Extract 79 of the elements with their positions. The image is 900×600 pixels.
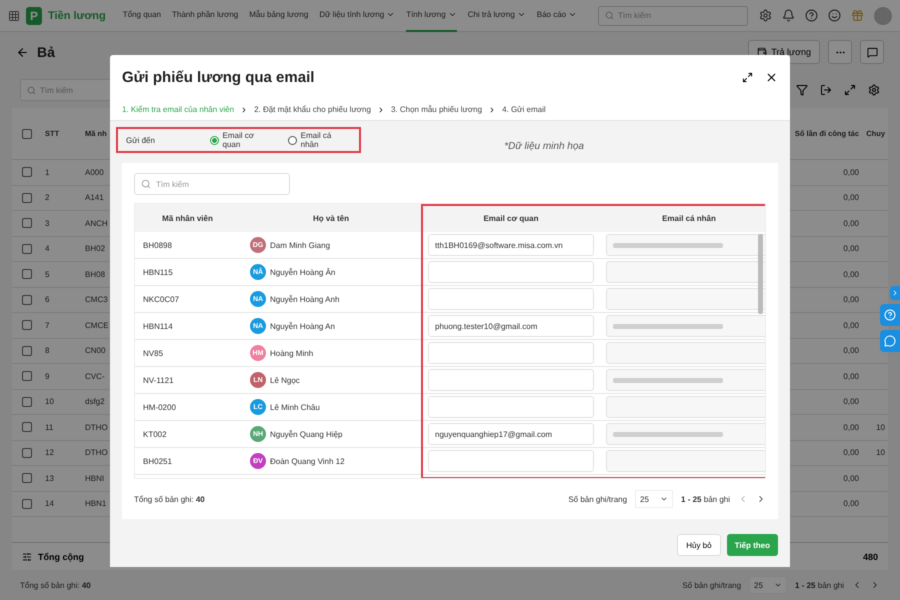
table-cell-text: CN00 — [84, 346, 106, 356]
employee-name: Lê Ngọc — [270, 376, 300, 384]
employee-name: Nguyễn Hoàng An — [270, 322, 335, 330]
table-cell-text: 14 — [44, 499, 55, 508]
send-to-label: Gửi đến — [126, 136, 156, 144]
table-cell-text: 0,00 — [842, 244, 860, 254]
table-cell-text: 3 — [44, 218, 50, 228]
table-cell-text: BH08 — [84, 270, 106, 279]
table-cell-text: 7 — [44, 320, 50, 330]
page-title: Bả — [37, 44, 55, 60]
table-cell-text: 11 — [44, 422, 54, 432]
employee-name: Đoàn Quang Vinh 12 — [270, 456, 345, 466]
table-cell-text: BH0251 — [142, 456, 173, 466]
table-cell-text: NV-1121 — [142, 376, 175, 384]
table-cell-text: DTHO — [84, 448, 109, 458]
per-page-label: Số bản ghi/trang — [568, 494, 628, 504]
table-cell-text: 10 — [875, 422, 886, 432]
table-cell-text: 5 — [44, 270, 50, 279]
table-cell-text: HM-0200 — [142, 402, 177, 412]
table-cell-text: 4 — [44, 244, 50, 254]
record-count: Tổng số bản ghi: 40 — [134, 494, 205, 504]
column-header: Email cá nhân — [661, 214, 717, 222]
table-cell-text: HBN115 — [142, 268, 174, 276]
table-cell-text: BH0898 — [142, 240, 173, 250]
page-range: 1 - 25 bản ghi — [681, 494, 730, 504]
employee-name: Dam Minh Giang — [270, 240, 330, 250]
table-cell-text: 0,00 — [842, 168, 860, 177]
table-cell-text: 10 — [44, 397, 55, 406]
employee-name: Nguyễn Hoàng Ân — [270, 268, 336, 276]
app-logo: P — [26, 6, 42, 24]
employee-name: Lê Minh Châu — [270, 402, 320, 412]
table-cell-text: HBNI — [84, 474, 106, 483]
table-cell-text: 0,00 — [842, 448, 860, 458]
table-cell-text: 10 — [875, 448, 886, 458]
table-cell-text: 0,00 — [842, 270, 860, 279]
table-cell-text: 0,00 — [842, 193, 860, 202]
table-cell-text: 0,00 — [842, 474, 860, 483]
record-count: Tổng số bản ghi: 40 — [20, 580, 91, 590]
table-cell-text: 8 — [44, 346, 50, 356]
table-cell-text: CMCE — [84, 320, 110, 330]
table-cell-text: ANCH — [84, 218, 109, 228]
employee-name: Nguyễn Hoàng Anh — [270, 294, 340, 304]
table-cell-text: A141 — [84, 193, 105, 202]
per-page-label: Số bản ghi/trang — [682, 580, 742, 590]
table-cell-text: 0,00 — [842, 372, 860, 381]
table-cell-text: 12 — [44, 448, 55, 458]
table-cell-text: 2 — [44, 193, 50, 202]
column-header: Mã nhân viên — [161, 214, 214, 222]
table-cell-text: HBN114 — [142, 322, 174, 330]
table-cell-text: 1 — [44, 168, 50, 177]
table-cell-text: NKC0C07 — [142, 294, 180, 304]
column-header: Email cơ quan — [482, 214, 540, 222]
page-range: 1 - 25 bản ghi — [795, 580, 844, 590]
table-cell-text: dsfg2 — [84, 397, 106, 406]
table-cell-text: 0,00 — [842, 499, 860, 508]
total-value: 480 — [862, 552, 878, 562]
table-cell-text: 0,00 — [842, 295, 860, 304]
table-cell-text: DTHO — [84, 422, 109, 432]
table-cell-text: 0,00 — [842, 346, 860, 356]
table-cell-text: BH02 — [84, 244, 106, 254]
column-header: Họ và tên — [312, 214, 350, 222]
table-cell-text: NV85 — [142, 348, 164, 358]
table-cell-text: CMC3 — [84, 295, 109, 304]
app-name: Tiền lương — [48, 10, 106, 22]
table-cell-text: A000 — [84, 168, 105, 177]
total-label: Tổng cộng — [38, 552, 84, 562]
employee-name: Hoàng Minh — [270, 348, 314, 358]
table-cell-text: CVC- — [84, 372, 106, 381]
table-cell-text: 0,00 — [842, 397, 860, 406]
table-cell-text: 13 — [44, 474, 55, 483]
table-cell-text: 0,00 — [842, 218, 860, 228]
employee-name: Nguyễn Quang Hiệp — [270, 430, 342, 438]
table-cell-text: 6 — [44, 295, 50, 304]
table-cell-text: 0,00 — [842, 422, 860, 432]
illustration-note: *Dữ liệu minh họa — [504, 141, 584, 152]
table-cell-text: KT002 — [142, 430, 168, 438]
table-cell-text: 0,00 — [842, 320, 860, 330]
table-cell-text: HBN1 — [84, 499, 108, 508]
table-cell-text: 9 — [44, 372, 50, 381]
